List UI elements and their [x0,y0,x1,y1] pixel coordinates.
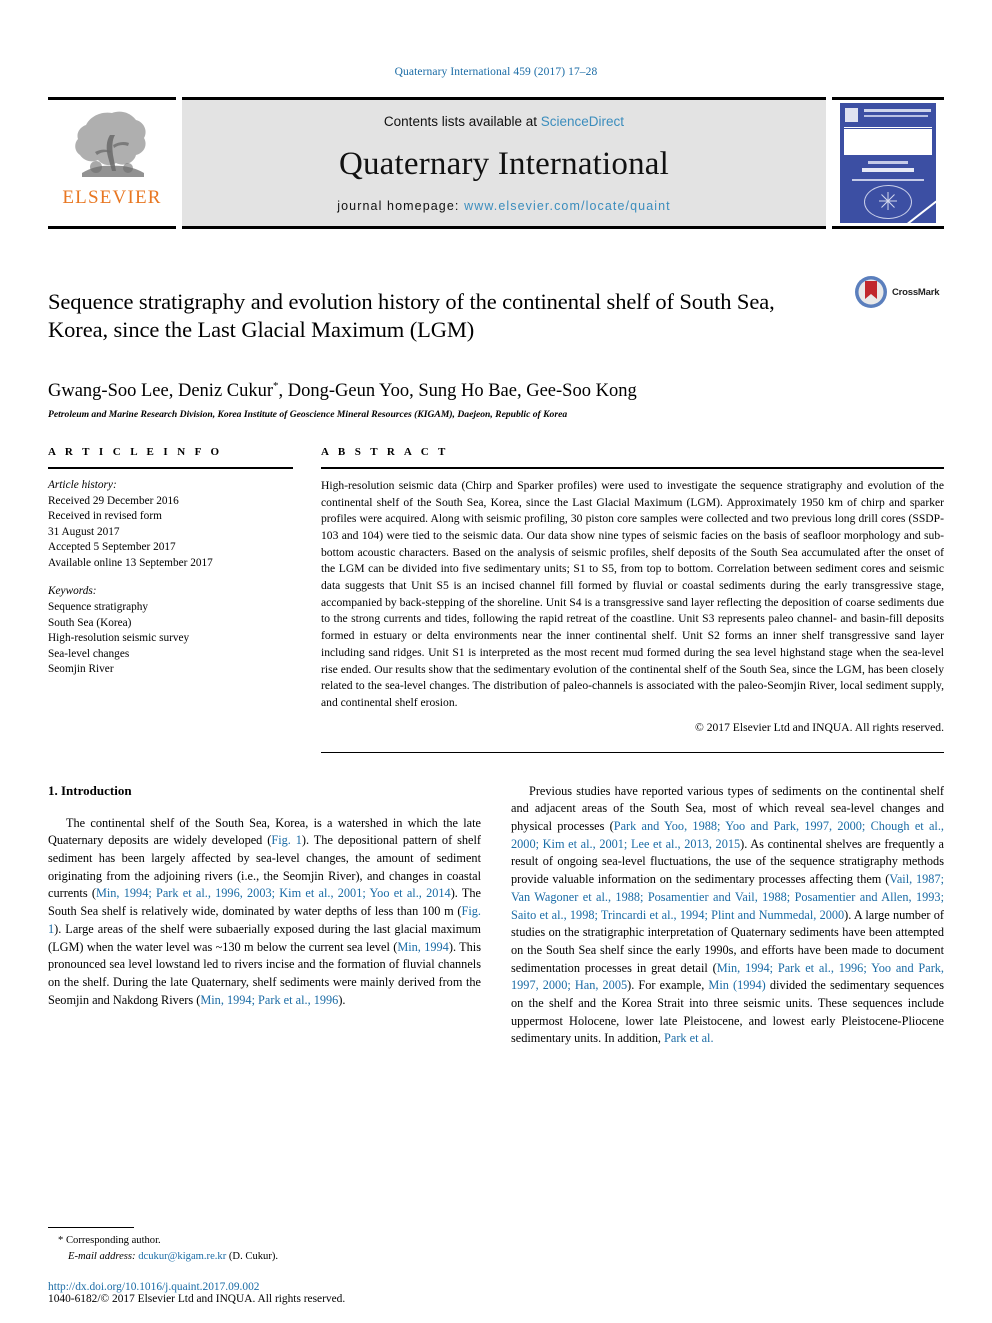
citation-link[interactable]: Min, 1994; Park et al., 1996 [200,993,338,1007]
intro-paragraph-left: The continental shelf of the South Sea, … [48,815,481,1010]
homepage-url-link[interactable]: www.elsevier.com/locate/quaint [464,199,671,213]
email-label: E-mail address: [68,1250,136,1262]
contents-list-line: Contents lists available at ScienceDirec… [384,114,624,129]
intro-right-d: ). For example, [627,978,709,993]
article-info-rule [48,466,293,469]
keyword-item: Sea-level changes [48,647,130,660]
abstract-heading: A B S T R A C T [321,445,449,458]
issn-copyright-line: 1040-6182/© 2017 Elsevier Ltd and INQUA.… [48,1293,346,1305]
history-item: Received 29 December 2016 [48,494,179,507]
abstract-column: A B S T R A C T High-resolution seismic … [321,446,944,753]
corresponding-author-note: * Corresponding author. [48,1233,468,1248]
body-columns: 1. Introduction The continental shelf of… [48,783,944,1051]
history-item: 31 August 2017 [48,525,120,538]
intro-text-f: ). [338,992,346,1007]
citation-link[interactable]: Min, 1994 [397,940,449,954]
sciencedirect-link[interactable]: ScienceDirect [541,114,624,129]
cover-line-2 [862,168,914,172]
cover-line-3 [852,179,924,181]
history-item: Received in revised form [48,510,162,523]
article-info-heading: A R T I C L E I N F O [48,445,223,458]
figure-ref-link[interactable]: Fig. 1 [271,833,302,847]
citation-link[interactable]: Min (1994) [708,978,765,992]
page-title: Sequence stratigraphy and evolution hist… [48,289,775,343]
keyword-item: High-resolution seismic survey [48,632,190,645]
journal-homepage-line: journal homepage: www.elsevier.com/locat… [337,199,671,213]
email-suffix: (D. Cukur). [228,1250,279,1262]
author-names-rest: , Dong-Geun Yoo, Sung Ho Bae, Gee-Soo Ko… [278,380,637,401]
email-link[interactable]: dcukur@kigam.re.kr [138,1251,226,1262]
body-column-left: 1. Introduction The continental shelf of… [48,783,481,1051]
contents-prefix: Contents lists available at [383,114,538,129]
keywords-block: Keywords: Sequence stratigraphy South Se… [48,584,293,677]
email-note: E-mail address: dcukur@kigam.re.kr (D. C… [48,1249,468,1264]
crossmark-badge[interactable]: CrossMark [854,273,944,309]
elsevier-logo-block: ELSEVIER [48,97,176,229]
section-heading-introduction: 1. Introduction [48,782,132,798]
journal-title: Quaternary International [338,145,670,182]
journal-cover-thumbnail [840,103,936,223]
article-info-column: A R T I C L E I N F O Article history: R… [48,446,293,753]
crossmark-icon [854,275,888,309]
citation-link[interactable]: Park et al. [664,1031,714,1045]
abstract-text: High-resolution seismic data (Chirp and … [321,478,944,709]
article-page: Quaternary International 459 (2017) 17–2… [0,0,992,1323]
cover-white-panel [844,129,932,155]
author-list: Gwang-Soo Lee, Deniz Cukur*, Dong-Geun Y… [48,380,944,402]
crossmark-label: CrossMark [892,286,940,298]
citation-link[interactable]: Min, 1994; Park et al., 1996, 2003; Kim … [96,886,451,900]
corresponding-author-label: Corresponding author. [65,1235,161,1247]
history-item: Accepted 5 September 2017 [48,541,176,554]
keyword-item: Seomjin River [48,663,114,676]
title-row: Sequence stratigraphy and evolution hist… [48,273,944,360]
page-footer: * Corresponding author. E-mail address: … [48,1227,468,1305]
journal-cover-block [832,97,944,229]
homepage-label: journal homepage: [337,199,460,213]
cover-title-bar [864,109,931,112]
abstract-copyright: © 2017 Elsevier Ltd and INQUA. All right… [694,720,944,734]
footnote-rule [48,1227,134,1229]
intro-paragraph-right: Previous studies have reported various t… [511,783,944,1049]
affiliation: Petroleum and Marine Research Division, … [48,408,568,420]
author-names-first: Gwang-Soo Lee, Deniz Cukur [48,380,274,401]
article-history-label: Article history: [48,478,117,491]
abstract-rule [321,466,944,469]
abstract-bottom-rule [321,751,944,753]
running-head: Quaternary International 459 (2017) 17–2… [394,66,598,78]
body-column-right: Previous studies have reported various t… [511,783,944,1051]
journal-masthead: ELSEVIER Contents lists available at Sci… [48,97,944,229]
keywords-label: Keywords: [48,585,97,598]
footnote-marker: * [58,1235,64,1247]
elsevier-wordmark: ELSEVIER [62,187,162,208]
keyword-item: Sequence stratigraphy [48,601,149,614]
cover-publisher-mark [845,108,858,122]
cover-snowflake-icon [878,191,898,211]
history-item: Available online 13 September 2017 [48,556,213,569]
cover-subtitle-bar [864,115,928,117]
doi-block: http://dx.doi.org/10.1016/j.quaint.2017.… [48,1281,468,1305]
info-abstract-row: A R T I C L E I N F O Article history: R… [48,446,944,753]
keyword-item: South Sea (Korea) [48,616,132,629]
elsevier-tree-icon [66,105,158,187]
article-history-block: Article history: Received 29 December 20… [48,478,293,571]
journal-band: Contents lists available at ScienceDirec… [182,97,826,229]
cover-line-1 [868,161,908,164]
doi-link[interactable]: http://dx.doi.org/10.1016/j.quaint.2017.… [48,1281,468,1293]
